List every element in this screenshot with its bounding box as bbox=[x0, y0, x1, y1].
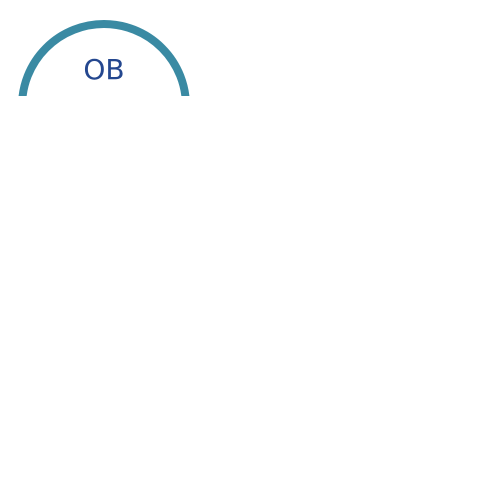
avatar-initials: OB bbox=[83, 53, 125, 86]
page: OB bbox=[0, 0, 500, 500]
avatar[interactable]: OB bbox=[0, 0, 200, 96]
